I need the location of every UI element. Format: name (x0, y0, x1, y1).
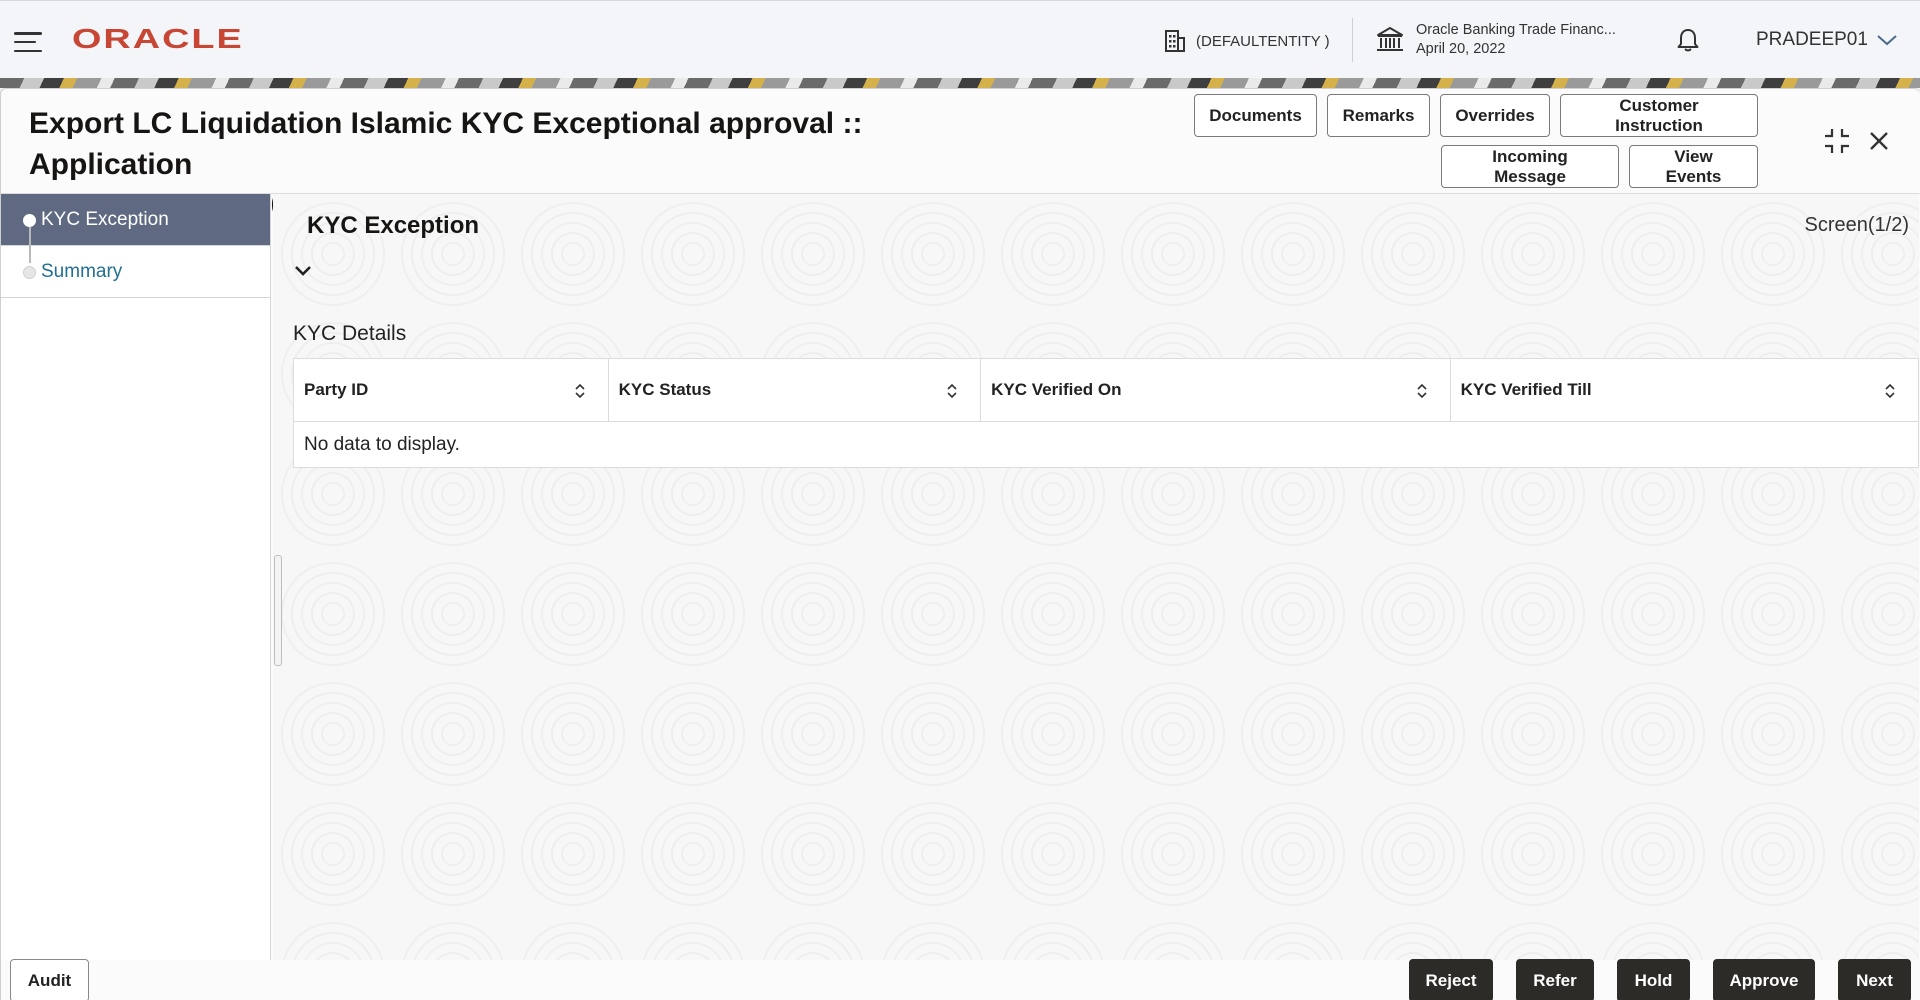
bank-name: Oracle Banking Trade Financ... (1416, 22, 1616, 38)
nav-item-summary[interactable]: Summary (1, 246, 270, 298)
building-icon (1165, 30, 1185, 52)
table-header: Party ID KYC Status KYC Verified On KYC … (294, 359, 1918, 422)
incoming-message-button[interactable]: Incoming Message (1441, 145, 1619, 188)
reject-button[interactable]: Reject (1409, 959, 1493, 1000)
column-kyc-status[interactable]: KYC Status (609, 359, 982, 421)
sort-icon (575, 383, 585, 399)
column-label: Party ID (304, 380, 369, 399)
application-card: Export LC Liquidation Islamic KYC Except… (0, 88, 1920, 1000)
remarks-button[interactable]: Remarks (1327, 94, 1430, 137)
column-label: KYC Verified On (991, 380, 1122, 399)
main-content: KYC Exception Screen(1/2) KYC Details Pa… (273, 194, 1919, 960)
documents-button[interactable]: Documents (1194, 94, 1317, 137)
bell-icon[interactable] (1676, 27, 1700, 53)
column-kyc-verified-till[interactable]: KYC Verified Till (1451, 359, 1918, 421)
chevron-down-icon (1877, 35, 1897, 46)
collapse-icon[interactable] (1823, 127, 1851, 155)
user-name: PRADEEP01 (1756, 29, 1868, 50)
page-title-line1: Export LC Liquidation Islamic KYC Except… (29, 107, 863, 181)
column-party-id[interactable]: Party ID (294, 359, 609, 421)
entity-selector[interactable]: (DEFAULTENTITY ) (1164, 27, 1330, 55)
nav-item-label: KYC Exception (41, 208, 169, 230)
column-label: KYC Status (618, 380, 712, 399)
section-title: KYC Exception (307, 212, 480, 239)
column-kyc-verified-on[interactable]: KYC Verified On (981, 359, 1451, 421)
decorative-banner (0, 78, 1920, 88)
overrides-button[interactable]: Overrides (1440, 94, 1550, 137)
refer-button[interactable]: Refer (1516, 959, 1594, 1000)
sort-icon (1885, 383, 1895, 399)
bank-date: April 20, 2022 (1416, 41, 1506, 57)
branch-selector[interactable]: Oracle Banking Trade Financ... April 20,… (1376, 21, 1616, 59)
hamburger-icon[interactable] (14, 32, 42, 52)
step-navigation: KYC Exception Summary (1, 194, 271, 960)
view-events-button[interactable]: View Events (1629, 145, 1758, 188)
empty-table-message: No data to display. (304, 434, 460, 455)
panel-resize-handle[interactable] (274, 555, 282, 666)
bank-icon (1377, 27, 1403, 51)
sort-icon (947, 383, 957, 399)
nav-item-kyc-exception[interactable]: KYC Exception (1, 194, 270, 246)
column-label: KYC Verified Till (1460, 380, 1592, 399)
kyc-details-table: Party ID KYC Status KYC Verified On KYC … (293, 358, 1919, 468)
nav-item-label: Summary (41, 260, 123, 282)
entity-label: (DEFAULTENTITY ) (1196, 32, 1330, 50)
close-icon[interactable] (1867, 129, 1891, 153)
screen-count: Screen(1/2) (1804, 214, 1910, 236)
hold-button[interactable]: Hold (1617, 959, 1690, 1000)
top-header: ORACLE (DEFAULTENTITY ) Oracle Banking T… (0, 0, 1920, 78)
sort-icon (1417, 383, 1427, 399)
kyc-details-title: KYC Details (293, 322, 407, 345)
chevron-down-icon[interactable] (293, 264, 313, 278)
oracle-logo: ORACLE (72, 23, 244, 54)
step-connector (29, 227, 31, 263)
approve-button[interactable]: Approve (1713, 959, 1815, 1000)
action-footer: Audit Reject Refer Hold Approve Next (0, 959, 1920, 1000)
step-dot-icon (23, 266, 36, 279)
user-menu[interactable]: PRADEEP01 (1756, 29, 1898, 51)
audit-button[interactable]: Audit (10, 959, 89, 1000)
customer-instruction-button[interactable]: Customer Instruction (1560, 94, 1758, 137)
header-divider (1352, 18, 1353, 62)
next-button[interactable]: Next (1838, 959, 1911, 1000)
step-dot-icon (23, 214, 36, 227)
